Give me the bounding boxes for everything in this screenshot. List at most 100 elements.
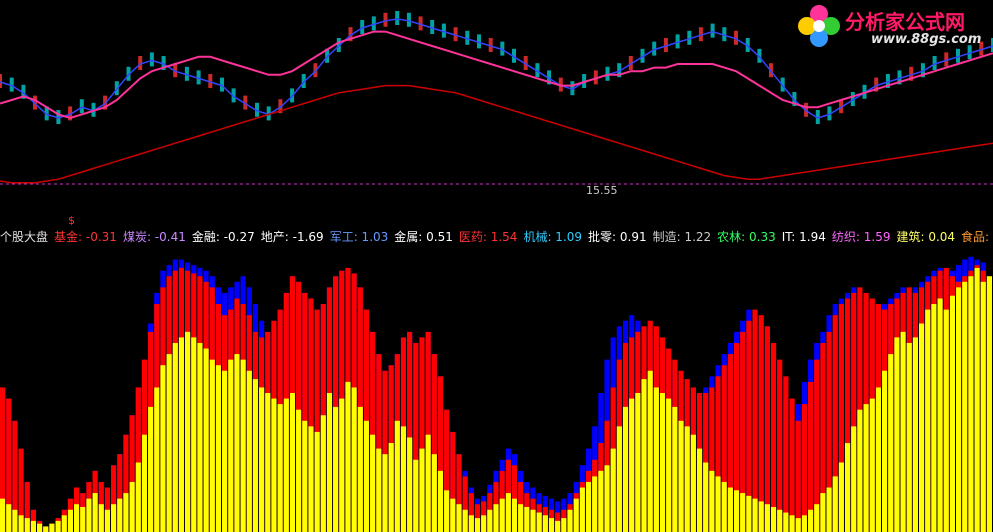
sector-bar [770, 506, 777, 532]
sector-bar [943, 309, 949, 532]
sector-bar [598, 470, 604, 532]
sector-bar [61, 515, 67, 532]
sector-bar [376, 448, 382, 532]
sector-bar [92, 493, 98, 532]
sector-strength-chart [0, 256, 992, 532]
sector-bar [283, 398, 289, 532]
sector-bar [770, 342, 777, 532]
sector-bar [6, 504, 12, 532]
sector-bar [616, 426, 622, 532]
sector-bar [764, 326, 770, 532]
sector-bar [622, 406, 629, 532]
sector-bar [733, 490, 740, 532]
sector-bar [333, 406, 339, 532]
sector-bar [530, 509, 536, 532]
sector-bar [641, 379, 647, 532]
sector-bar [252, 379, 259, 532]
sector-bar [764, 504, 770, 532]
sector-bar [437, 470, 444, 532]
sector-bar [986, 276, 992, 532]
sector-bar [135, 462, 141, 532]
sector-bar [629, 398, 635, 532]
sector-bar [758, 501, 764, 532]
sector-bar [228, 359, 234, 532]
indicator-item: 金属: 0.51 [394, 230, 453, 244]
sector-bar [709, 470, 715, 532]
sector-bar [807, 381, 814, 532]
indicator-item: 制造: 1.22 [652, 230, 712, 244]
sector-bar [863, 404, 869, 532]
sector-bar [900, 331, 906, 532]
sector-bar [141, 434, 148, 532]
sector-bar [339, 398, 345, 532]
indicator-item: 基金: -0.31 [54, 230, 117, 244]
sector-bar [425, 434, 431, 532]
sector-bar [154, 387, 160, 532]
sector-bar [450, 498, 456, 532]
sector-bar [783, 512, 789, 532]
sector-bar [814, 504, 820, 532]
watermark-title: 分析家公式网 [845, 10, 965, 34]
sector-bar [302, 420, 308, 532]
indicator-item: 煤炭: -0.41 [122, 230, 186, 244]
sector-bar [888, 354, 894, 532]
sector-bar [172, 342, 178, 532]
sector-bar [746, 495, 752, 532]
sector-bar [166, 354, 172, 532]
sector-bar [499, 498, 505, 532]
sector-bar [74, 504, 80, 532]
sector-bar [413, 459, 419, 532]
indicator-item: 食品: 1. [961, 230, 993, 244]
sector-bar [758, 315, 764, 532]
price-low-label: 15.55 [586, 184, 618, 197]
flower-logo-icon [798, 5, 840, 47]
sector-bar [826, 487, 832, 532]
sector-bar [382, 454, 388, 532]
indicator-item: 军工: 1.03 [329, 230, 389, 244]
sector-bar [129, 481, 135, 532]
sector-bar [931, 304, 937, 532]
sector-bar [690, 434, 696, 532]
sector-bar [209, 359, 215, 532]
sector-bar [949, 295, 955, 532]
sector-bar [370, 434, 376, 532]
sector-bar [666, 398, 672, 532]
indicator-item: 建筑: 0.04 [896, 230, 956, 244]
sector-bar [493, 504, 499, 532]
sector-bar [148, 406, 154, 532]
sector-bar [314, 431, 320, 532]
sector-bar [647, 370, 653, 532]
sector-bar [49, 523, 55, 532]
sector-bar [363, 420, 370, 532]
sector-bar [197, 342, 203, 532]
sector-bar [289, 393, 296, 532]
watermark-logo: 分析家公式网 www.88gs.com [795, 2, 985, 52]
sector-bar [548, 518, 555, 532]
sector-bar [968, 276, 974, 532]
sector-bar [851, 426, 857, 532]
sector-bar [912, 337, 918, 532]
sector-bar [832, 476, 838, 532]
sector-bar [80, 506, 86, 532]
sector-bar [394, 420, 400, 532]
sector-bar [542, 515, 548, 532]
sector-bar [462, 509, 468, 532]
sector-bar [777, 359, 783, 532]
sector-bar [875, 387, 881, 532]
sector-bar [592, 476, 598, 532]
sector-bar [277, 404, 283, 532]
sector-bar [585, 481, 592, 532]
candle-bar [79, 99, 84, 114]
sector-bar [869, 398, 875, 532]
sector-bar [610, 448, 616, 532]
indicator-item: 个股大盘 [0, 230, 49, 244]
sector-bar [265, 393, 271, 532]
indicator-item: 农林: 0.33 [717, 230, 776, 244]
sector-bar [30, 520, 37, 532]
sector-bar [240, 359, 246, 532]
sector-bar [37, 523, 43, 532]
sector-bar [104, 509, 111, 532]
sector-bar [55, 520, 61, 532]
sector-bar [456, 504, 462, 532]
sector-bar [419, 448, 425, 532]
